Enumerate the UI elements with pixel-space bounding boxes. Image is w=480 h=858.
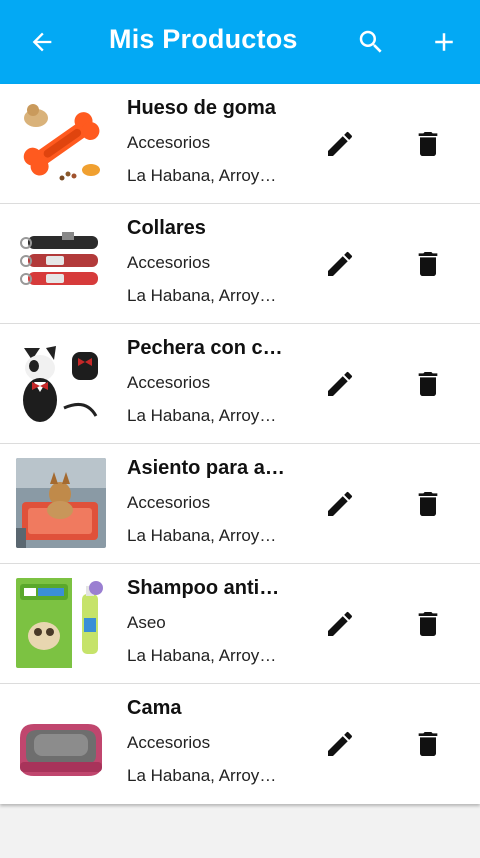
trash-icon [418, 492, 438, 516]
list-item[interactable]: Asiento para auto Accesorios La Habana, … [0, 444, 480, 564]
edit-button[interactable] [316, 120, 364, 168]
edit-button[interactable] [316, 480, 364, 528]
edit-button[interactable] [316, 720, 364, 768]
delete-button[interactable] [404, 720, 452, 768]
list-item[interactable]: Hueso de goma Accesorios La Habana, Arro… [0, 84, 480, 204]
search-button[interactable] [331, 0, 411, 84]
product-category: Accesorios [127, 373, 211, 392]
product-location: La Habana, Arroyo Naranjo [127, 286, 277, 305]
app-bar: Mis Productos [0, 0, 480, 84]
product-location: La Habana, Arroyo Naranjo [127, 526, 277, 545]
product-name: Shampoo antipulgas [127, 577, 287, 599]
arrow-left-icon [32, 32, 52, 52]
list-item[interactable]: Pechera con corbata Accesorios La Habana… [0, 324, 480, 444]
product-image [16, 218, 106, 308]
pencil-icon [328, 251, 353, 276]
edit-button[interactable] [316, 600, 364, 648]
product-list: Hueso de goma Accesorios La Habana, Arro… [0, 84, 480, 804]
delete-button[interactable] [404, 600, 452, 648]
add-product-button[interactable] [404, 0, 480, 84]
product-image [16, 458, 106, 548]
plus-icon [435, 33, 453, 51]
product-category: Accesorios [127, 253, 211, 272]
product-image [16, 98, 106, 188]
trash-icon [418, 252, 438, 276]
product-location: La Habana, Arroyo Naranjo [127, 406, 277, 425]
product-image [16, 578, 106, 668]
page-title: Mis Productos [109, 24, 298, 54]
product-name: Asiento para auto [127, 457, 287, 479]
search-icon [359, 30, 382, 53]
delete-button[interactable] [404, 360, 452, 408]
back-button[interactable] [2, 0, 82, 84]
product-name: Hueso de goma [127, 97, 276, 119]
product-location: La Habana, Arroyo Naranjo [127, 166, 277, 185]
product-image [16, 698, 106, 788]
delete-button[interactable] [404, 240, 452, 288]
product-location: La Habana, Arroyo Naranjo [127, 646, 277, 665]
edit-button[interactable] [316, 240, 364, 288]
product-image [16, 338, 106, 428]
edit-button[interactable] [316, 360, 364, 408]
product-category: Accesorios [127, 133, 211, 152]
pencil-icon [328, 491, 353, 516]
list-item[interactable]: Collares Accesorios La Habana, Arroyo Na… [0, 204, 480, 324]
trash-icon [418, 132, 438, 156]
product-category: Aseo [127, 613, 166, 632]
pencil-icon [328, 611, 353, 636]
product-name: Pechera con corbata [127, 337, 287, 359]
product-category: Accesorios [127, 493, 211, 512]
product-name: Cama [127, 697, 182, 719]
delete-button[interactable] [404, 480, 452, 528]
delete-button[interactable] [404, 120, 452, 168]
pencil-icon [328, 731, 353, 756]
pencil-icon [328, 131, 353, 156]
trash-icon [418, 372, 438, 396]
list-item[interactable]: Shampoo antipulgas Aseo La Habana, Arroy… [0, 564, 480, 684]
pencil-icon [328, 371, 353, 396]
product-location: La Habana, Arroyo Naranjo [127, 766, 277, 785]
product-category: Accesorios [127, 733, 211, 752]
product-name: Collares [127, 217, 206, 239]
trash-icon [418, 732, 438, 756]
trash-icon [418, 612, 438, 636]
list-item[interactable]: Cama Accesorios La Habana, Arroyo Naranj… [0, 684, 480, 804]
